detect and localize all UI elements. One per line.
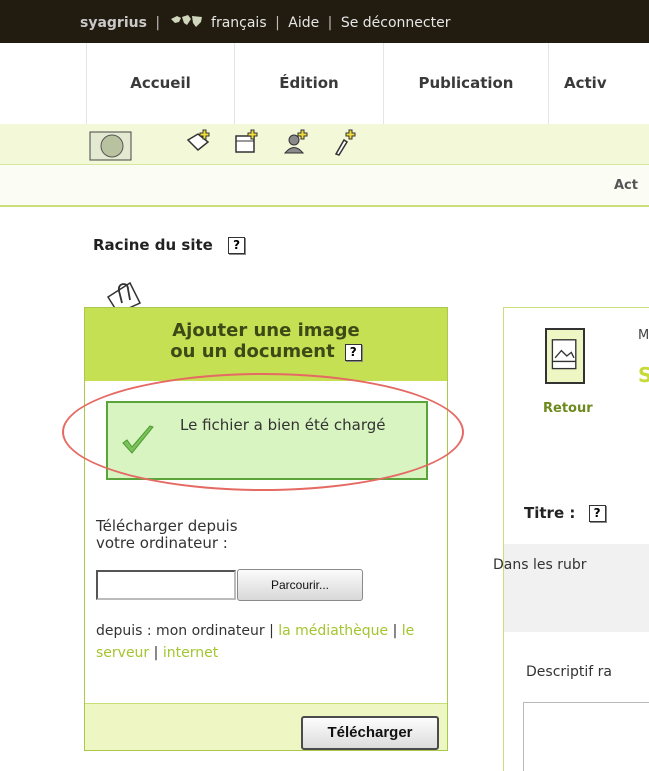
top-links: syagrius | français | Aide | Se déconnec… (80, 13, 450, 31)
upload-label-line1: Télécharger depuis (96, 517, 238, 535)
upload-title-line1: Ajouter une image (172, 320, 360, 341)
upload-submit-button[interactable]: Télécharger (301, 716, 439, 750)
back-document-icon[interactable] (545, 328, 585, 384)
nav-item-activite[interactable]: Activ (549, 43, 649, 125)
file-path-input[interactable] (96, 570, 236, 600)
upload-panel: Ajouter une image ou un document? Le fic… (84, 307, 448, 751)
breadcrumb: Racine du site ? (93, 236, 246, 254)
separator: | (155, 15, 161, 31)
upload-sources: depuis : mon ordinateur | la médiathèque… (96, 620, 416, 664)
document-header-panel: Retour M S (503, 307, 649, 475)
language-link[interactable]: français (211, 15, 267, 31)
nav-item-publication[interactable]: Publication (384, 43, 549, 125)
separator: | (327, 15, 333, 31)
titre-label: Titre : (524, 504, 576, 522)
upload-source-label: Télécharger depuis votre ordinateur : (96, 518, 396, 552)
help-icon[interactable]: ? (344, 344, 362, 361)
checkmark-icon (122, 425, 154, 454)
browse-button[interactable]: Parcourir... (237, 569, 363, 601)
success-text: Le fichier a bien été chargé (180, 416, 386, 434)
separator: | (275, 15, 280, 31)
sub-bar: Act (0, 165, 649, 207)
title-field-label: Titre : ? (524, 504, 606, 522)
main-nav: Accueil Édition Publication Activ (0, 43, 649, 125)
upload-label-line2: votre ordinateur : (96, 534, 228, 552)
separator: | (392, 623, 398, 639)
new-article-icon[interactable] (184, 128, 214, 158)
subbar-link[interactable]: Act (614, 178, 638, 193)
upload-panel-header: Ajouter une image ou un document? (85, 308, 447, 381)
mediatheque-link[interactable]: la médiathèque (278, 623, 388, 639)
logout-link[interactable]: Se déconnecter (341, 15, 451, 31)
back-button[interactable]: Retour (543, 401, 593, 416)
quick-toolbar (0, 124, 649, 165)
new-author-icon[interactable] (282, 128, 312, 158)
document-form-panel: Titre : ? Dans les rubr Descriptif ra (493, 474, 649, 771)
description-textarea[interactable] (523, 702, 649, 771)
top-bar: syagrius | français | Aide | Se déconnec… (0, 0, 649, 43)
upload-title-line2: ou un document (170, 341, 335, 362)
username-link[interactable]: syagrius (80, 15, 147, 31)
sources-prefix: depuis : mon ordinateur | (96, 623, 274, 639)
root-label[interactable]: Racine du site (93, 236, 213, 254)
truncated-label: M (638, 328, 649, 343)
nav-item-edition[interactable]: Édition (235, 43, 384, 125)
help-icon[interactable]: ? (588, 505, 606, 522)
new-keyword-icon[interactable] (330, 128, 360, 158)
site-map-icon[interactable] (89, 131, 132, 161)
internet-link[interactable]: internet (163, 645, 218, 661)
help-icon[interactable]: ? (228, 237, 246, 254)
section-label: Dans les rubr (493, 557, 587, 573)
help-link[interactable]: Aide (288, 15, 319, 31)
description-label: Descriptif ra (526, 664, 613, 680)
separator: | (153, 645, 159, 661)
world-map-icon (170, 15, 202, 27)
truncated-title: S (638, 363, 649, 387)
nav-item-accueil[interactable]: Accueil (86, 43, 235, 125)
success-message: Le fichier a bien été chargé (106, 401, 428, 480)
new-section-icon[interactable] (232, 128, 262, 158)
